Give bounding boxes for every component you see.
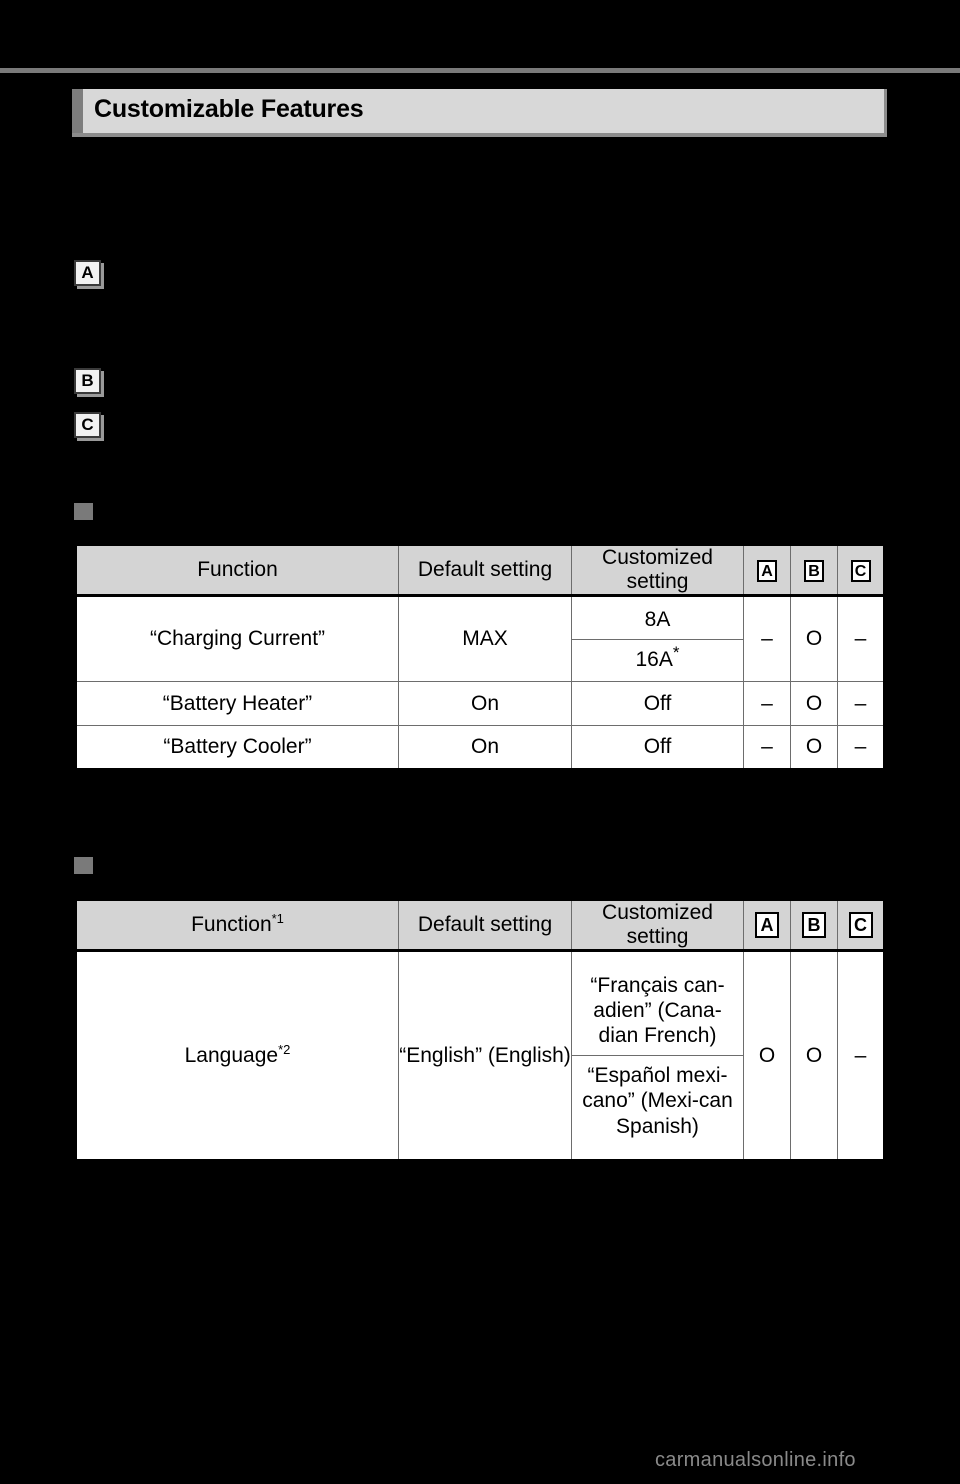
header-function: Function [75,543,399,598]
cell-column-b: O [790,595,838,683]
cell-column-b: O [790,950,838,1162]
cell-default-setting: On [398,681,572,727]
abc-box-a: A [757,560,777,583]
cell-default-setting: “English” (English) [398,950,572,1162]
cell-column-c: – [837,725,885,771]
cell-column-c: – [837,595,885,683]
footnote-marker: *2 [278,1041,291,1057]
cell-column-b: O [790,725,838,771]
section-bullet-2 [74,857,93,874]
header-column-a: A [743,898,791,953]
section-bullet-1 [74,503,93,520]
header-default-setting: Default setting [398,543,572,598]
footnote-marker: * [672,642,680,662]
cell-column-a: – [743,681,791,727]
table-row: “Battery Heater” On Off – O – [75,681,885,727]
header-default-setting: Default setting [398,898,572,953]
header-customized-setting: Customized setting [571,543,744,598]
cell-function: Language*2 [75,950,399,1162]
callout-marker-b: B [74,368,101,394]
cell-customized-setting: Off [571,681,744,727]
table-header-row: Function*1 Default setting Customized se… [75,898,885,953]
abc-box-b: B [802,912,826,939]
customized-option-label: 16A [635,647,673,671]
page-top-rule [0,68,960,73]
cell-column-a: – [743,595,791,683]
cell-column-c: – [837,950,885,1162]
cell-column-c: – [837,681,885,727]
header-column-b: B [790,898,838,953]
header-column-b: B [790,543,838,598]
customized-option: 16A* [572,638,743,679]
cell-customized-setting: 8A 16A* [571,595,744,683]
customized-option: “Español mexi-cano” (Mexi-can Spanish) [572,1055,743,1146]
cell-default-setting: On [398,725,572,771]
table-row: Language*2 “English” (English) “Français… [75,950,885,1162]
header-column-c: C [837,543,885,598]
header-customized-setting: Customized setting [571,898,744,953]
table-header-row: Function Default setting Customized sett… [75,543,885,598]
header-function-label: Function [191,913,272,937]
page-title: Customizable Features [94,95,364,123]
cell-column-b: O [790,681,838,727]
page-title-banner: Customizable Features [72,89,887,137]
cell-customized-setting: Off [571,725,744,771]
cell-default-setting: MAX [398,595,572,683]
header-column-c: C [837,898,885,953]
cell-function: “Charging Current” [75,595,399,683]
abc-box-c: C [848,912,873,939]
abc-box-a: A [755,912,779,939]
customized-option: 8A [644,607,671,631]
abc-box-b: B [804,560,824,583]
customizable-features-table-2: Function*1 Default setting Customized se… [74,898,886,1163]
footnote-marker: *1 [271,911,284,927]
table-row: “Charging Current” MAX 8A 16A* – O – [75,595,885,683]
table-row: “Battery Cooler” On Off – O – [75,725,885,771]
header-column-a: A [743,543,791,598]
customized-option: “Français can-adien” (Cana-dian French) [590,973,725,1048]
cell-column-a: O [743,950,791,1162]
cell-function: “Battery Cooler” [75,725,399,771]
site-watermark: carmanualsonline.info [655,1449,856,1471]
cell-function: “Battery Heater” [75,681,399,727]
cell-customized-setting: “Français can-adien” (Cana-dian French) … [571,950,744,1162]
header-function: Function*1 [75,898,399,953]
title-accent-bar [72,89,83,133]
cell-function-label: Language [184,1043,279,1067]
abc-box-c: C [850,560,871,583]
customizable-features-table-1: Function Default setting Customized sett… [74,543,886,772]
callout-marker-c: C [74,412,101,438]
callout-marker-a: A [74,260,101,286]
cell-column-a: – [743,725,791,771]
